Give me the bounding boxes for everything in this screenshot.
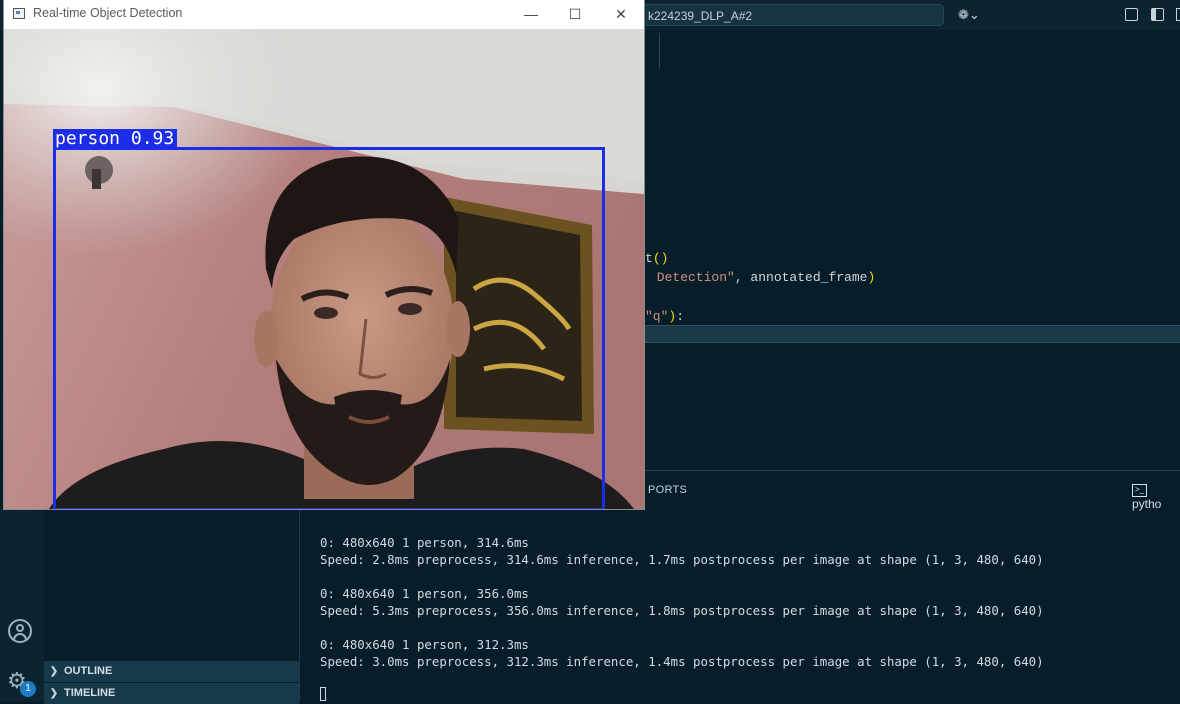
toggle-primary-sidebar-icon[interactable]: [1125, 8, 1138, 21]
outline-section-header[interactable]: ❯ OUTLINE: [44, 661, 299, 682]
indent-guide: [659, 33, 660, 69]
code-line[interactable]: t(): [645, 251, 668, 266]
copilot-icon[interactable]: ❁⌄: [958, 7, 986, 23]
outline-label: OUTLINE: [64, 665, 113, 677]
maximize-button[interactable]: ☐: [552, 0, 598, 29]
terminal-icon: >_: [1132, 484, 1147, 498]
toggle-panel-layout-icon[interactable]: [1151, 8, 1164, 21]
update-badge: 1: [20, 681, 36, 697]
chevron-right-icon: ❯: [49, 688, 59, 699]
app-icon: [13, 8, 25, 19]
terminal-instance-label[interactable]: >_pytho: [1132, 483, 1180, 511]
account-icon[interactable]: [8, 619, 32, 643]
window-title: Real-time Object Detection: [33, 6, 183, 20]
editor-scroll-separator[interactable]: [645, 325, 1180, 343]
minimize-button[interactable]: —: [508, 0, 554, 29]
terminal-name: pytho: [1132, 497, 1162, 512]
camera-frame: person 0.93: [4, 29, 644, 509]
tab-ports[interactable]: PORTS: [648, 484, 687, 496]
code-editor[interactable]: t() Detection", annotated_frame) "q"):: [645, 30, 1180, 325]
close-button[interactable]: ✕: [598, 0, 644, 29]
window-titlebar[interactable]: Real-time Object Detection — ☐ ✕: [4, 0, 644, 29]
timeline-section-header[interactable]: ❯ TIMELINE: [44, 683, 299, 704]
terminal-cursor: [320, 687, 326, 701]
object-detection-window[interactable]: Real-time Object Detection — ☐ ✕ person …: [4, 0, 644, 509]
toggle-secondary-sidebar-icon[interactable]: [1176, 8, 1180, 21]
detection-bounding-box: [53, 147, 605, 509]
timeline-label: TIMELINE: [64, 687, 116, 699]
command-center-search[interactable]: k224239_DLP_A#2: [641, 4, 944, 26]
terminal-output: 0: 480x640 1 person, 314.6ms Speed: 2.8m…: [320, 535, 1044, 669]
code-line[interactable]: "q"):: [645, 309, 684, 324]
detection-label: person 0.93: [53, 129, 178, 149]
chevron-right-icon: ❯: [49, 666, 59, 677]
code-line[interactable]: Detection", annotated_frame): [649, 270, 875, 285]
